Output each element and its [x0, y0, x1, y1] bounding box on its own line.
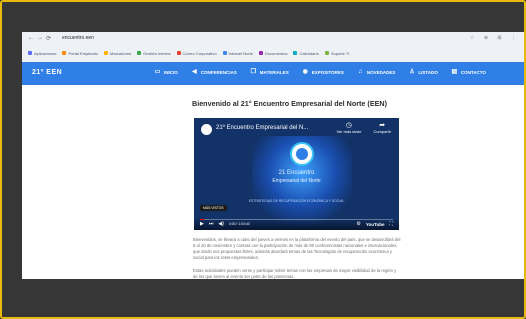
bookmark-item[interactable]: Marcadores [104, 48, 131, 58]
bookmark-favicon-icon [222, 51, 227, 55]
video-badge[interactable]: MÁS VISTOS [200, 205, 227, 211]
megaphone-icon: ◀ [191, 69, 197, 75]
bookmark-favicon-icon [62, 51, 67, 55]
clock-icon: ◷ [345, 122, 353, 129]
video-time: 0:00 / 1:03:40 [228, 222, 250, 226]
share-button[interactable]: ➦ Compartir [373, 122, 391, 134]
bookmark-favicon-icon [104, 51, 109, 55]
back-icon[interactable]: ← [28, 35, 34, 41]
video-player[interactable]: 21º Encuentro Empresarial del N... ◷ Ver … [194, 118, 399, 230]
bookmark-favicon-icon [259, 51, 264, 55]
bookmark-item[interactable]: Portal Empleado [62, 48, 98, 58]
browser-actions[interactable]: ☆ ⊕ ⊞ ⋮ [470, 35, 520, 41]
top-dark-band [2, 2, 524, 32]
forward-icon[interactable]: → [37, 35, 43, 41]
bookmark-item[interactable]: Documentos [259, 48, 287, 58]
watch-later-button[interactable]: ◷ Ver más tarde [337, 122, 362, 134]
secondary-paragraph: Estas actividades pueden verse y partici… [193, 268, 397, 279]
bookmark-favicon-icon [293, 51, 298, 55]
share-icon: ➦ [379, 122, 386, 129]
event-subtitle: ESTRATEGIAS DE RECUPERACIÓN ECONÓMICA Y … [248, 199, 345, 203]
folder-icon: ❐ [250, 69, 256, 75]
site-logo[interactable]: 21º EEN [32, 69, 62, 76]
menu-item-listado[interactable]: ♙ LISTADO [408, 69, 438, 75]
globe-icon: ◉ [302, 69, 308, 75]
bookmarks-bar: Aplicaciones Portal Empleado Marcadores … [22, 48, 524, 58]
next-icon[interactable]: ⏭ [209, 221, 214, 227]
video-progress-fill [200, 219, 204, 220]
menu-item-materiales[interactable]: ❐ MATERIALES [250, 69, 289, 75]
settings-icon[interactable]: ⚙ [356, 221, 360, 227]
page-title: Bienvenido al 21° Encuentro Empresarial … [192, 99, 387, 108]
address-bar[interactable]: encuentro.een [62, 35, 94, 41]
fullscreen-icon[interactable]: ⛶ [389, 221, 393, 227]
screenshot-frame: ← → ⟳ encuentro.een ☆ ⊕ ⊞ ⋮ Aplicaciones… [0, 0, 526, 319]
video-controls: ▶ ⏭ ◀) 0:00 / 1:03:40 ⚙ YouTube ⛶ [194, 218, 399, 230]
site-navbar: 21º EEN ▭ INICIO ◀ CONFERENCIAS ❐ MATERIALE… [22, 62, 524, 85]
menu-item-expositores[interactable]: ◉ EXPOSITORES [302, 69, 344, 75]
user-icon: ♙ [409, 69, 415, 75]
browser-window: ← → ⟳ encuentro.een ☆ ⊕ ⊞ ⋮ Aplicaciones… [22, 32, 524, 279]
menu-item-conferencias[interactable]: ◀ CONFERENCIAS [191, 69, 237, 75]
intro-paragraph: Bienvenidos, se llevará a cabo del jueve… [193, 237, 401, 260]
event-name: Empresarial del Norte [272, 178, 321, 184]
youtube-logo[interactable]: YouTube [366, 222, 385, 227]
bookmark-favicon-icon [176, 51, 181, 55]
event-number: 21 Encuentro [278, 170, 315, 176]
menu-item-contacto[interactable]: ▤ CONTACTO [451, 69, 485, 75]
bell-icon: ♫ [358, 69, 363, 75]
main-content: Bienvenido al 21° Encuentro Empresarial … [22, 85, 524, 279]
bottom-dark-band [2, 279, 524, 317]
video-top-actions: ◷ Ver más tarde ➦ Compartir [337, 122, 391, 134]
video-controls-right: ⚙ YouTube ⛶ [356, 221, 393, 227]
menu-item-novedades[interactable]: ♫ NOVEDADES [357, 69, 395, 75]
bookmark-favicon-icon [28, 51, 32, 55]
bookmark-item[interactable]: Intranet Norte [222, 48, 253, 58]
channel-avatar[interactable] [201, 124, 212, 135]
play-icon[interactable]: ▶ [200, 221, 204, 227]
bookmark-favicon-icon [137, 51, 142, 55]
reload-icon[interactable]: ⟳ [46, 35, 51, 42]
bookmark-item[interactable]: Gestión Interna [137, 48, 171, 58]
main-menu: ▭ INICIO ◀ CONFERENCIAS ❐ MATERIALES ◉ EXPOS… [154, 69, 486, 75]
event-emblem-icon [290, 142, 314, 166]
bookmark-favicon-icon [324, 51, 329, 55]
bookmark-item[interactable]: Aplicaciones [28, 48, 56, 58]
bookmark-item[interactable]: Soporte TI [324, 48, 349, 58]
volume-icon[interactable]: ◀) [218, 221, 224, 227]
menu-item-inicio[interactable]: ▭ INICIO [154, 69, 178, 75]
bookmark-item[interactable]: Calendario [293, 48, 319, 58]
bookmark-item[interactable]: Correo Corporativo [176, 48, 217, 58]
calendar-icon: ▤ [451, 69, 458, 75]
browser-chrome: ← → ⟳ encuentro.een ☆ ⊕ ⊞ ⋮ Aplicaciones… [22, 32, 524, 63]
video-progress-bar[interactable] [200, 219, 393, 220]
video-title[interactable]: 21º Encuentro Empresarial del N... [216, 125, 308, 131]
monitor-icon: ▭ [154, 69, 161, 75]
video-controls-left: ▶ ⏭ ◀) 0:00 / 1:03:40 [200, 221, 250, 227]
